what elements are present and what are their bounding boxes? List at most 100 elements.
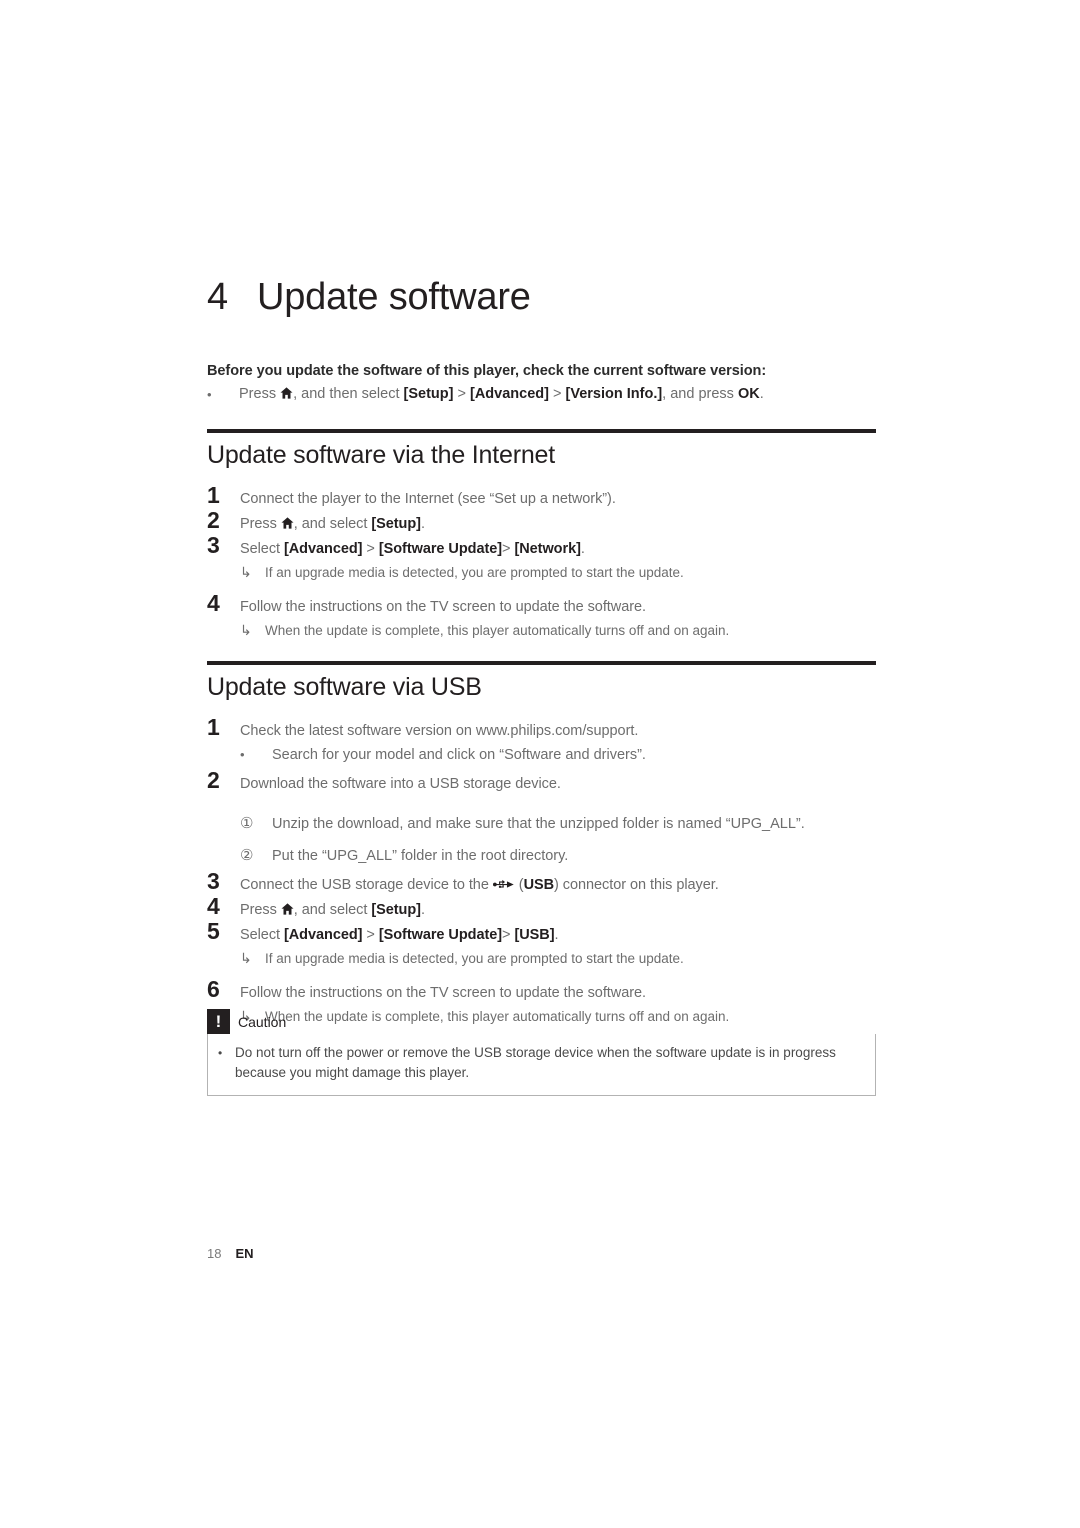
result-note-text: When the update is complete, this player… xyxy=(265,623,730,638)
step-item: 6 Follow the instructions on the TV scre… xyxy=(207,977,876,1006)
step-number: 2 xyxy=(207,507,220,533)
bullet-dot-icon: • xyxy=(240,747,245,762)
result-note-text: If an upgrade media is detected, you are… xyxy=(265,951,684,966)
ok-button-label: OK xyxy=(737,386,760,402)
caution-body: • Do not turn off the power or remove th… xyxy=(207,1034,876,1096)
advanced-menu-label: [Advanced] xyxy=(470,386,549,402)
result-arrow-icon: ↳ xyxy=(240,950,252,966)
chapter-number: 4 xyxy=(207,276,228,318)
intro-lead: Before you update the software of this p… xyxy=(207,363,767,379)
intro-sep-1: > xyxy=(453,386,470,402)
step-number: 6 xyxy=(207,976,220,1002)
advanced-menu-label: [Advanced] xyxy=(283,927,363,943)
intro-block: Before you update the software of this p… xyxy=(207,361,876,405)
step-period: . xyxy=(580,541,585,557)
sub-bullet-text: Search for your model and click on “Soft… xyxy=(272,747,646,763)
step-number: 5 xyxy=(207,918,220,944)
step-number: 3 xyxy=(207,532,220,558)
step-item: 2 Press , and select [Setup]. xyxy=(207,508,876,537)
bullet-dot-icon: • xyxy=(218,1046,223,1060)
section-heading-internet: Update software via the Internet xyxy=(207,441,555,469)
usb-paren-close: ) connector on this player. xyxy=(554,877,719,893)
software-update-menu-label: [Software Update] xyxy=(378,541,503,557)
step-period: . xyxy=(420,902,425,918)
result-arrow-icon: ↳ xyxy=(240,622,252,638)
circled-number-1-icon: ① xyxy=(240,815,254,832)
step-result-note: ↳ When the update is complete, this play… xyxy=(240,620,876,641)
result-arrow-icon: ↳ xyxy=(240,564,252,580)
step-number: 4 xyxy=(207,893,220,919)
step-sub-numbered: ② Put the “UPG_ALL” folder in the root d… xyxy=(240,845,876,867)
step-text: Press , and select [Setup]. xyxy=(240,898,876,923)
page-footer: 18 EN xyxy=(207,1246,254,1261)
intro-period: . xyxy=(759,386,764,402)
select-label: Select xyxy=(240,541,284,557)
caution-label: Caution xyxy=(238,1013,287,1030)
intro-then-select-label: , and then select xyxy=(293,386,404,402)
usb-paren-open: ( xyxy=(514,877,524,893)
step-item: 1 Check the latest software version on w… xyxy=(207,715,876,744)
step-sub-numbered: ① Unzip the download, and make sure that… xyxy=(240,813,876,835)
step-number: 1 xyxy=(207,482,220,508)
step-item: 2 Download the software into a USB stora… xyxy=(207,768,876,797)
advanced-menu-label: [Advanced] xyxy=(283,541,363,557)
chapter-title: Update software xyxy=(257,276,531,318)
select-label: Select xyxy=(240,927,284,943)
home-icon xyxy=(281,513,294,529)
menu-sep-1: > xyxy=(362,541,379,557)
version-info-menu-label: [Version Info.] xyxy=(565,386,663,402)
intro-sep-2: > xyxy=(548,386,566,402)
step-text: Follow the instructions on the TV screen… xyxy=(240,985,646,1001)
step-result-note: ↳ If an upgrade media is detected, you a… xyxy=(240,948,876,969)
step-text: Download the software into a USB storage… xyxy=(240,776,561,792)
and-select-label: , and select xyxy=(293,516,372,532)
connect-usb-label: Connect the USB storage device to the xyxy=(240,877,493,893)
step-item: 4 Follow the instructions on the TV scre… xyxy=(207,591,876,620)
section-heading-usb: Update software via USB xyxy=(207,673,482,701)
circled-number-2-icon: ② xyxy=(240,847,254,864)
step-period: . xyxy=(420,516,425,532)
section-rule-internet xyxy=(207,429,876,433)
step-text: Connect the player to the Internet (see … xyxy=(240,491,616,507)
step-number: 2 xyxy=(207,767,220,793)
menu-sep-2: > xyxy=(502,541,515,557)
section-rule-usb xyxy=(207,661,876,665)
page-number: 18 xyxy=(207,1246,222,1261)
exclamation-icon: ! xyxy=(207,1009,230,1034)
intro-bullet: • Press , and then select [Setup] > [Adv… xyxy=(207,384,876,405)
usb-connector-label: USB xyxy=(523,877,555,893)
caution-header: ! Caution xyxy=(207,1009,876,1034)
bullet-dot-icon: • xyxy=(207,387,212,402)
setup-menu-label: [Setup] xyxy=(371,902,421,918)
and-select-label: , and select xyxy=(293,902,372,918)
step-item: 3 Connect the USB storage device to the … xyxy=(207,869,876,898)
caution-bullet-row: • Do not turn off the power or remove th… xyxy=(218,1043,865,1083)
step-item: 3 Select [Advanced] > [Software Update]>… xyxy=(207,533,876,562)
intro-and-press-label: , and press xyxy=(662,386,738,402)
step-item: 1 Connect the player to the Internet (se… xyxy=(207,483,876,512)
caution-callout: ! Caution • Do not turn off the power or… xyxy=(207,1009,876,1096)
step-period: . xyxy=(554,927,559,943)
step-text: Press , and select [Setup]. xyxy=(240,512,876,537)
manual-page: 4 Update software Before you update the … xyxy=(0,0,1080,1528)
step-text: Select [Advanced] > [Software Update]> [… xyxy=(240,923,876,948)
intro-press-label: Press xyxy=(239,386,281,402)
step-number: 1 xyxy=(207,714,220,740)
usb-menu-label: [USB] xyxy=(514,927,555,943)
step-number: 3 xyxy=(207,868,220,894)
menu-sep-1: > xyxy=(362,927,379,943)
step-text: Select [Advanced] > [Software Update]> [… xyxy=(240,537,876,562)
result-note-text: If an upgrade media is detected, you are… xyxy=(265,565,684,580)
intro-bullet-text: Press , and then select [Setup] > [Advan… xyxy=(239,384,764,405)
language-code: EN xyxy=(235,1246,254,1261)
software-update-menu-label: [Software Update] xyxy=(378,927,503,943)
press-label: Press xyxy=(240,902,281,918)
step-item: 5 Select [Advanced] > [Software Update]>… xyxy=(207,919,876,948)
step-text: Check the latest software version on www… xyxy=(240,723,639,739)
step-text: Follow the instructions on the TV screen… xyxy=(240,599,646,615)
menu-sep-2: > xyxy=(502,927,515,943)
step-result-note: ↳ If an upgrade media is detected, you a… xyxy=(240,562,876,583)
usb-icon xyxy=(492,875,515,888)
steps-internet: 1 Connect the player to the Internet (se… xyxy=(207,483,876,641)
sub-numbered-text: Unzip the download, and make sure that t… xyxy=(272,816,805,832)
